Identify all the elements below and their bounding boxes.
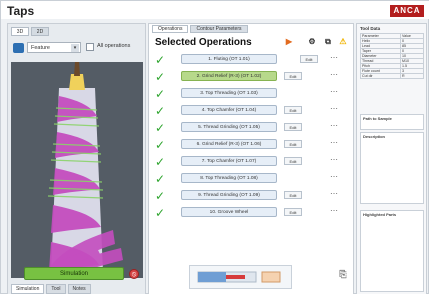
operation-button-5[interactable]: 5. Thread Grinding (OT 1.05) — [181, 122, 277, 132]
preview-strip — [197, 271, 281, 283]
copy-icon[interactable]: ⧉ — [323, 37, 333, 47]
settings-icon[interactable]: ⚙ — [307, 37, 317, 47]
more-icon[interactable]: ⋯ — [329, 155, 339, 165]
edit-button-10[interactable]: Edit — [284, 208, 302, 216]
operation-button-7[interactable]: 7. Top Chamfer (OT 1.07) — [181, 156, 277, 166]
feature-select-value: Feature — [31, 45, 50, 51]
operation-button-1[interactable]: 1. Fluting (OT 1.01) — [181, 54, 277, 64]
check-icon: ✓ — [155, 87, 166, 101]
preview-toolbar: Feature ▾ All operations — [13, 42, 143, 54]
operations-panel: Operations Contour Parameters Selected O… — [148, 23, 354, 294]
selected-operations-title: Selected Operations — [155, 37, 252, 48]
chevron-down-icon: ▾ — [71, 44, 79, 52]
tab-operations[interactable]: Operations — [152, 25, 189, 33]
more-icon[interactable]: ⋯ — [329, 121, 339, 131]
more-icon[interactable]: ⋯ — [329, 53, 339, 63]
left-preview-panel: 3D 2D Feature ▾ All operations Simulatio… — [7, 23, 146, 294]
list-item: ✓ 4. Top Chamfer (OT 1.04) Edit ⋯ — [155, 103, 345, 119]
main-tabs: Operations Contour Parameters — [152, 25, 248, 33]
operation-button-2[interactable]: 2. Grind Relief (R-3) (OT 1.02) — [181, 71, 277, 81]
more-icon[interactable]: ⋯ — [329, 206, 339, 216]
tool-data-title: Tool Data — [360, 26, 381, 31]
edit-button-1[interactable]: Edit — [300, 55, 318, 63]
list-item: ✓ 9. Thread Grinding (OT 1.09) Edit ⋯ — [155, 188, 345, 204]
tool-3d-viewport[interactable] — [11, 62, 143, 278]
list-item: ✓ 5. Thread Grinding (OT 1.05) Edit ⋯ — [155, 120, 345, 136]
more-icon[interactable]: ⋯ — [329, 104, 339, 114]
operation-button-9[interactable]: 9. Thread Grinding (OT 1.09) — [181, 190, 277, 200]
param-name: Cut dir — [360, 73, 401, 79]
preview-tabs: 3D 2D — [11, 27, 49, 36]
view-icon[interactable] — [13, 43, 24, 53]
list-item: ✓ 6. Grind Relief (R-3) (OT 1.06) Edit ⋯ — [155, 137, 345, 153]
play-icon[interactable]: ▶ — [284, 37, 294, 47]
check-icon: ✓ — [155, 53, 166, 67]
description-box: Description — [360, 132, 424, 204]
check-icon: ✓ — [155, 121, 166, 135]
operation-button-8[interactable]: 8. Top Threading (OT 1.08) — [181, 173, 277, 183]
tool-data-table: Parameter Value Helix 0 Lead 85 Taper 0 Dia… — [360, 33, 424, 79]
simulation-button[interactable]: Simulation — [24, 267, 124, 280]
description-label: Description — [363, 134, 386, 139]
param-value: R — [400, 73, 424, 79]
operation-button-4[interactable]: 4. Top Chamfer (OT 1.04) — [181, 105, 277, 115]
brand-logo: ANCA — [390, 5, 424, 17]
file-icon[interactable]: ⎘ — [338, 269, 348, 279]
highlighted-parts-label: Highlighted Parts — [363, 212, 397, 217]
list-item: ✓ 2. Grind Relief (R-3) (OT 1.02) Edit ⋯ — [155, 69, 345, 85]
window-title: Taps — [7, 4, 35, 18]
more-icon[interactable]: ⋯ — [329, 172, 339, 182]
bottom-preview-control[interactable] — [189, 265, 292, 289]
more-icon[interactable]: ⋯ — [329, 87, 339, 97]
check-icon: ✓ — [155, 206, 166, 220]
right-info-panel: Tool Data Parameter Value Helix 0 Lead 85 … — [356, 23, 427, 294]
check-icon: ✓ — [155, 70, 166, 84]
check-icon: ✓ — [155, 155, 166, 169]
feature-select[interactable]: Feature ▾ — [27, 42, 81, 53]
list-item: ✓ 3. Top Threading (OT 1.03) ⋯ — [155, 86, 345, 102]
list-item: ✓ 7. Top Chamfer (OT 1.07) Edit ⋯ — [155, 154, 345, 170]
operation-button-3[interactable]: 3. Top Threading (OT 1.03) — [181, 88, 277, 98]
edit-button-4[interactable]: Edit — [284, 106, 302, 114]
edit-button-9[interactable]: Edit — [284, 191, 302, 199]
check-icon: ✓ — [155, 189, 166, 203]
tab-tool[interactable]: Tool — [46, 284, 66, 294]
operation-button-10[interactable]: 10. Groove Wheel — [181, 207, 277, 217]
application-window: Taps ANCA 3D 2D Feature ▾ All operations — [0, 0, 429, 294]
stop-icon[interactable]: ⦸ — [129, 269, 139, 279]
check-icon: ✓ — [155, 104, 166, 118]
warning-icon[interactable]: ⚠ — [338, 37, 348, 47]
tab-simulation[interactable]: Simulation — [11, 284, 45, 294]
tab-2d[interactable]: 2D — [31, 27, 49, 36]
check-icon: ✓ — [155, 138, 166, 152]
check-icon: ✓ — [155, 172, 166, 186]
list-item: ✓ 10. Groove Wheel Edit ⋯ — [155, 205, 345, 221]
list-item: ✓ 1. Fluting (OT 1.01) Edit ⋯ — [155, 52, 345, 68]
title-bar: Taps ANCA — [1, 1, 429, 19]
tab-contour-parameters[interactable]: Contour Parameters — [190, 25, 248, 33]
more-icon[interactable]: ⋯ — [329, 138, 339, 148]
tab-notes[interactable]: Notes — [67, 284, 91, 294]
edit-button-2[interactable]: Edit — [284, 72, 302, 80]
operation-button-6[interactable]: 6. Grind Relief (R-3) (OT 1.06) — [181, 139, 277, 149]
highlighted-parts-box: Highlighted Parts — [360, 210, 424, 292]
list-item: ✓ 8. Top Threading (OT 1.08) ⋯ — [155, 171, 345, 187]
tab-3d[interactable]: 3D — [11, 27, 29, 36]
all-operations-label: All operations — [97, 43, 131, 49]
more-icon[interactable]: ⋯ — [329, 70, 339, 80]
edit-button-7[interactable]: Edit — [284, 157, 302, 165]
table-row: Cut dir R — [360, 73, 424, 79]
edit-button-5[interactable]: Edit — [284, 123, 302, 131]
path-to-sample-label: Path to Sample — [363, 116, 392, 121]
tool-data-panel: Tool Data Parameter Value Helix 0 Lead 85 … — [360, 26, 424, 79]
more-icon[interactable]: ⋯ — [329, 189, 339, 199]
all-operations-checkbox[interactable] — [86, 43, 94, 51]
tap-model — [11, 62, 143, 278]
path-to-sample-box: Path to Sample — [360, 114, 424, 130]
edit-button-6[interactable]: Edit — [284, 140, 302, 148]
bottom-tabs: Simulation Tool Notes — [11, 284, 91, 294]
